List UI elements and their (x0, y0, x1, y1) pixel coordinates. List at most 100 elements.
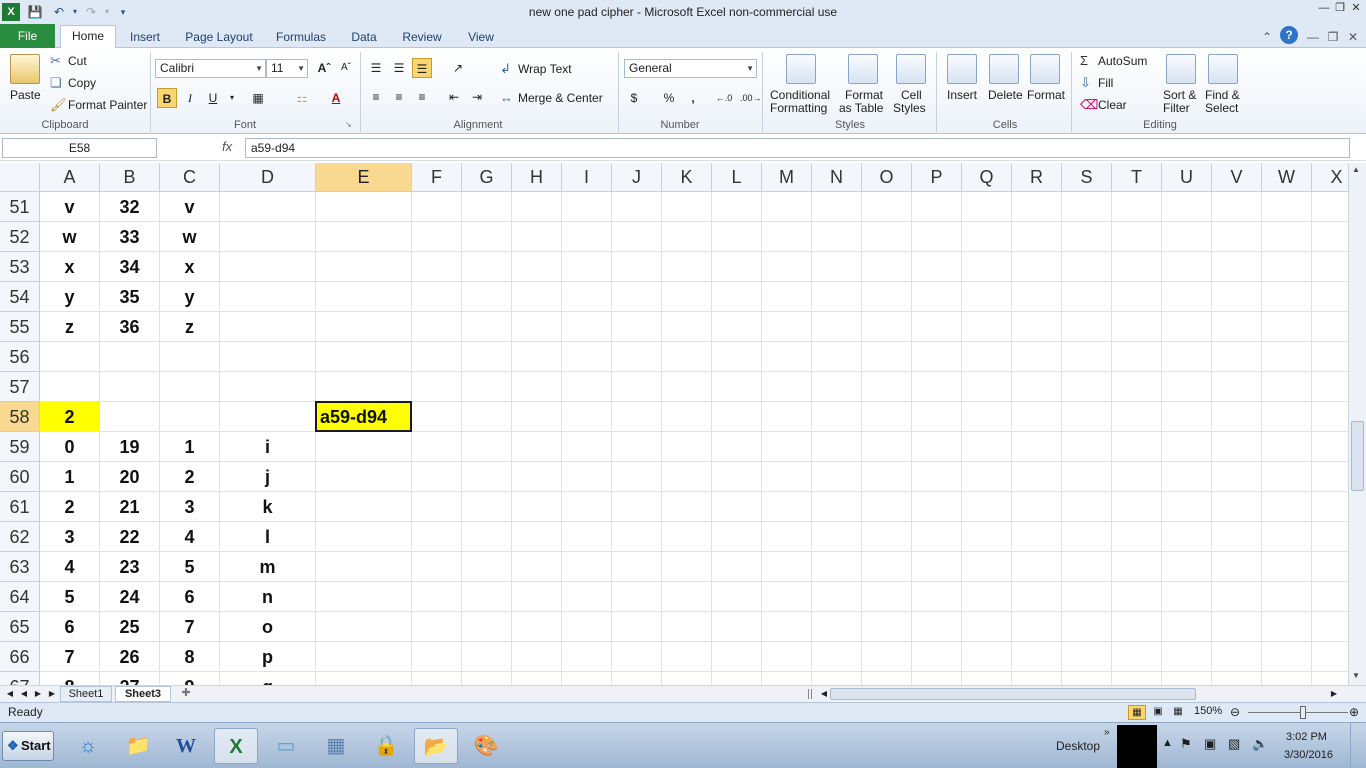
paste-button[interactable]: Paste (10, 88, 41, 102)
cell-c[interactable]: 4 (160, 522, 220, 552)
cell-r[interactable] (1012, 582, 1062, 612)
column-header-i[interactable]: I (562, 163, 612, 192)
cell-b[interactable]: 27 (100, 672, 160, 685)
cell-b[interactable]: 33 (100, 222, 160, 252)
cell-a[interactable]: 7 (40, 642, 100, 672)
cell-d[interactable] (220, 282, 316, 312)
cell-m[interactable] (762, 312, 812, 342)
cell-v[interactable] (1212, 282, 1262, 312)
cell-c[interactable]: 5 (160, 552, 220, 582)
cell-m[interactable] (762, 402, 812, 432)
cell-m[interactable] (762, 582, 812, 612)
cell-v[interactable] (1212, 672, 1262, 685)
cell-e[interactable] (316, 612, 412, 642)
sheet-tab-sheet3[interactable]: Sheet3 (115, 686, 171, 702)
cell-n[interactable] (812, 222, 862, 252)
borders-icon[interactable]: ▦ (248, 88, 268, 108)
cell-x[interactable] (1312, 462, 1348, 492)
cell-k[interactable] (662, 462, 712, 492)
cell-u[interactable] (1162, 222, 1212, 252)
cell-w[interactable] (1262, 642, 1312, 672)
cell-m[interactable] (762, 372, 812, 402)
cell-p[interactable] (912, 672, 962, 685)
cell-c[interactable]: 2 (160, 462, 220, 492)
cell-c[interactable]: 8 (160, 642, 220, 672)
cell-b[interactable]: 25 (100, 612, 160, 642)
cell-p[interactable] (912, 372, 962, 402)
cell-k[interactable] (662, 402, 712, 432)
cell-d[interactable] (220, 192, 316, 222)
font-dialog-launcher-icon[interactable]: ↘ (345, 120, 352, 129)
cell-s[interactable] (1062, 612, 1112, 642)
cell-u[interactable] (1162, 432, 1212, 462)
cell-g[interactable] (462, 192, 512, 222)
fill-button[interactable]: Fill (1098, 76, 1113, 90)
cell-c[interactable]: 1 (160, 432, 220, 462)
cell-w[interactable] (1262, 522, 1312, 552)
taskbar-thumbnail[interactable] (1117, 725, 1157, 768)
cell-l[interactable] (712, 282, 762, 312)
cell-w[interactable] (1262, 342, 1312, 372)
cell-j[interactable] (612, 192, 662, 222)
close-icon[interactable]: ✕ (1348, 2, 1364, 14)
cell-x[interactable] (1312, 492, 1348, 522)
conditional-formatting-label-2[interactable]: Formatting (770, 101, 827, 115)
cell-g[interactable] (462, 612, 512, 642)
cell-s[interactable] (1062, 402, 1112, 432)
cell-g[interactable] (462, 222, 512, 252)
cell-g[interactable] (462, 462, 512, 492)
cell-l[interactable] (712, 522, 762, 552)
start-button[interactable]: ❖ Start (2, 731, 54, 761)
cell-x[interactable] (1312, 522, 1348, 552)
cell-q[interactable] (962, 462, 1012, 492)
cell-o[interactable] (862, 342, 912, 372)
align-bottom-icon[interactable]: ☰ (412, 58, 432, 78)
cell-o[interactable] (862, 402, 912, 432)
row-header[interactable]: 55 (0, 312, 40, 342)
formula-input[interactable]: a59-d94 (245, 138, 1350, 158)
cell-x[interactable] (1312, 282, 1348, 312)
cell-x[interactable] (1312, 342, 1348, 372)
align-right-icon[interactable]: ≡ (412, 87, 432, 107)
column-header-v[interactable]: V (1212, 163, 1262, 192)
device-icon[interactable]: ▣ (1204, 736, 1216, 752)
cell-j[interactable] (612, 462, 662, 492)
action-center-flag-icon[interactable]: ⚑ (1180, 736, 1192, 752)
cell-q[interactable] (962, 492, 1012, 522)
cell-q[interactable] (962, 312, 1012, 342)
cell-q[interactable] (962, 432, 1012, 462)
cell-e[interactable]: a59-d94 (316, 402, 412, 432)
cell-g[interactable] (462, 402, 512, 432)
cell-g[interactable] (462, 312, 512, 342)
cell-w[interactable] (1262, 582, 1312, 612)
format-cells-button[interactable]: Format (1027, 88, 1065, 102)
cell-n[interactable] (812, 642, 862, 672)
cell-q[interactable] (962, 342, 1012, 372)
font-name-combo[interactable]: Calibri ▼ (155, 59, 266, 78)
cell-p[interactable] (912, 642, 962, 672)
cell-t[interactable] (1112, 312, 1162, 342)
row-header[interactable]: 67 (0, 672, 40, 685)
column-header-s[interactable]: S (1062, 163, 1112, 192)
zoom-slider-thumb[interactable] (1300, 706, 1306, 719)
cell-n[interactable] (812, 282, 862, 312)
cell-v[interactable] (1212, 222, 1262, 252)
cell-c[interactable]: 9 (160, 672, 220, 685)
cell-c[interactable] (160, 372, 220, 402)
scroll-down-icon[interactable]: ▼ (1352, 671, 1360, 680)
cell-t[interactable] (1112, 342, 1162, 372)
cell-h[interactable] (512, 432, 562, 462)
cell-a[interactable]: 6 (40, 612, 100, 642)
cell-w[interactable] (1262, 492, 1312, 522)
cell-k[interactable] (662, 342, 712, 372)
cell-t[interactable] (1112, 402, 1162, 432)
cell-h[interactable] (512, 252, 562, 282)
cell-o[interactable] (862, 192, 912, 222)
cell-l[interactable] (712, 312, 762, 342)
cell-v[interactable] (1212, 312, 1262, 342)
cell-b[interactable] (100, 372, 160, 402)
align-left-icon[interactable]: ≡ (366, 87, 386, 107)
cell-b[interactable]: 36 (100, 312, 160, 342)
cell-v[interactable] (1212, 522, 1262, 552)
increase-decimal-icon[interactable]: ←.0 (714, 88, 734, 108)
